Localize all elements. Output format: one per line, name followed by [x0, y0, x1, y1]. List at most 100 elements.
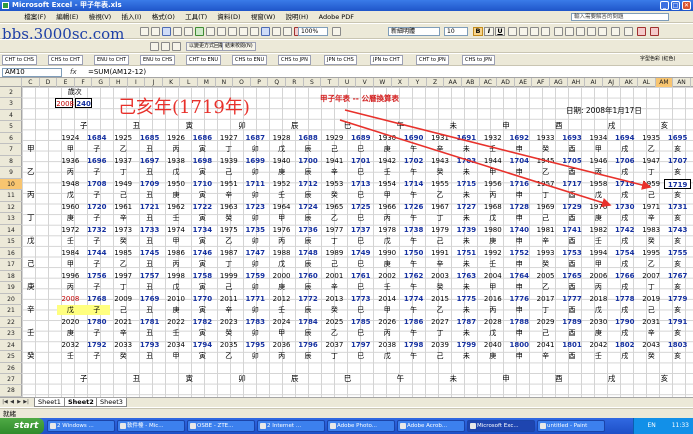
print-icon[interactable]	[173, 27, 182, 36]
branch-cell[interactable]: 巳	[348, 167, 374, 177]
track-changes-icon[interactable]	[172, 42, 181, 51]
gregorian-year-cell[interactable]: 1946	[585, 156, 611, 166]
branch-cell[interactable]: 酉	[559, 190, 585, 200]
gregorian-year-cell[interactable]: 1940	[268, 156, 294, 166]
branch-cell[interactable]: 午	[400, 190, 426, 200]
branch-cell[interactable]: 卯	[242, 351, 268, 361]
calendar-year-cell[interactable]: 1733	[136, 225, 162, 235]
column-header[interactable]: AM	[655, 78, 674, 87]
column-header[interactable]: AJ	[603, 78, 621, 87]
branch-cell[interactable]: 未	[453, 167, 479, 177]
stem-cell[interactable]: 癸	[216, 328, 242, 338]
gregorian-year-cell[interactable]: 2003	[427, 271, 453, 281]
branch-cell[interactable]: 卯	[242, 167, 268, 177]
gregorian-year-cell[interactable]: 1978	[374, 225, 400, 235]
gregorian-year-cell[interactable]: 1939	[216, 156, 242, 166]
calendar-year-cell[interactable]: 1781	[136, 317, 162, 327]
gregorian-year-cell[interactable]: 1936	[57, 156, 83, 166]
gregorian-year-cell[interactable]: 1967	[427, 202, 453, 212]
autosum-icon[interactable]	[272, 27, 281, 36]
calendar-year-cell[interactable]: 1773	[348, 294, 374, 304]
header-label-suici[interactable]: 歲次	[57, 87, 92, 97]
earthly-branch-footer[interactable]: 子	[57, 374, 110, 384]
gregorian-year-cell[interactable]: 1995	[638, 248, 664, 258]
gregorian-year-cell[interactable]: 1993	[532, 248, 558, 258]
branch-cell[interactable]: 丑	[136, 167, 162, 177]
branch-cell[interactable]: 丑	[136, 144, 162, 154]
branch-cell[interactable]: 辰	[295, 305, 321, 315]
jpn-to-chs-button[interactable]: JPN to CHS	[324, 55, 357, 65]
earthly-branch-footer[interactable]: 辰	[268, 374, 321, 384]
gregorian-year-cell[interactable]: 1960	[57, 202, 83, 212]
earthly-branch-header[interactable]: 巳	[321, 121, 374, 131]
calendar-year-cell[interactable]: 1760	[295, 271, 321, 281]
branch-cell[interactable]: 酉	[559, 167, 585, 177]
column-header[interactable]: N	[216, 78, 234, 87]
column-header[interactable]: G	[92, 78, 110, 87]
branch-cell[interactable]: 亥	[664, 190, 690, 200]
row-header[interactable]: 26	[0, 363, 22, 374]
gregorian-year-cell[interactable]: 1931	[427, 133, 453, 143]
fill-color-icon[interactable]	[637, 27, 646, 36]
calendar-year-cell[interactable]: 1763	[453, 271, 479, 281]
gregorian-year-cell[interactable]: 1968	[480, 202, 506, 212]
cht-to-chs-button[interactable]: CHT to CHS	[2, 55, 37, 65]
branch-cell[interactable]: 未	[453, 190, 479, 200]
stem-cell[interactable]: 己	[110, 190, 136, 200]
gregorian-year-cell[interactable]: 1934	[585, 133, 611, 143]
chs-to-cht-button[interactable]: CHS to CHT	[48, 55, 83, 65]
gregorian-year-cell[interactable]: 2019	[638, 294, 664, 304]
branch-cell[interactable]: 酉	[559, 213, 585, 223]
branch-cell[interactable]: 未	[453, 144, 479, 154]
stem-cell[interactable]: 戊	[163, 282, 189, 292]
heavenly-stem-label[interactable]: 壬	[22, 328, 40, 338]
branch-cell[interactable]: 巳	[348, 213, 374, 223]
align-right-icon[interactable]	[530, 27, 539, 36]
column-header[interactable]: AF	[532, 78, 550, 87]
gregorian-year-cell[interactable]: 2017	[532, 294, 558, 304]
earthly-branch-footer[interactable]: 丑	[110, 374, 163, 384]
calendar-year-cell[interactable]: 1746	[189, 248, 215, 258]
stem-cell[interactable]: 壬	[163, 213, 189, 223]
gregorian-year-cell[interactable]: 1933	[532, 133, 558, 143]
calendar-year-cell[interactable]: 1726	[400, 202, 426, 212]
gregorian-year-cell[interactable]: 1990	[374, 248, 400, 258]
stem-cell[interactable]: 庚	[374, 259, 400, 269]
branch-cell[interactable]: 子	[84, 167, 110, 177]
calendar-year-cell[interactable]: 1693	[559, 133, 585, 143]
row-header[interactable]: 23	[0, 328, 22, 340]
stem-cell[interactable]: 癸	[532, 144, 558, 154]
branch-cell[interactable]: 戌	[612, 213, 638, 223]
stem-cell[interactable]: 乙	[427, 190, 453, 200]
gregorian-year-cell[interactable]: 1974	[163, 225, 189, 235]
heavenly-stem-label[interactable]: 甲	[22, 144, 40, 154]
gregorian-year-cell[interactable]: 2033	[110, 340, 136, 350]
stem-cell[interactable]: 壬	[268, 305, 294, 315]
branch-cell[interactable]: 寅	[189, 328, 215, 338]
stem-cell[interactable]: 己	[427, 351, 453, 361]
stem-cell[interactable]: 戊	[268, 259, 294, 269]
sheet-tab-3[interactable]: Sheet3	[96, 398, 127, 407]
stem-cell[interactable]: 己	[427, 236, 453, 246]
calendar-year-cell[interactable]: 1786	[400, 317, 426, 327]
stem-cell[interactable]: 甲	[57, 144, 83, 154]
calendar-year-cell[interactable]: 1798	[400, 340, 426, 350]
gregorian-year-cell[interactable]: 1929	[321, 133, 347, 143]
gregorian-year-cell[interactable]: 2030	[585, 317, 611, 327]
branch-cell[interactable]: 巳	[348, 259, 374, 269]
calendar-year-cell[interactable]: 1753	[559, 248, 585, 258]
stem-cell[interactable]: 己	[532, 328, 558, 338]
stem-cell[interactable]: 己	[216, 167, 242, 177]
branch-cell[interactable]: 丑	[136, 213, 162, 223]
calendar-year-cell[interactable]: 1768	[84, 294, 110, 304]
gregorian-year-cell[interactable]: 1958	[585, 179, 611, 189]
earthly-branch-header[interactable]: 丑	[110, 121, 163, 131]
stem-cell[interactable]: 甲	[585, 259, 611, 269]
gregorian-year-cell[interactable]: 1989	[321, 248, 347, 258]
earthly-branch-footer[interactable]: 巳	[321, 374, 374, 384]
stem-cell[interactable]: 庚	[585, 328, 611, 338]
column-header[interactable]: AE	[515, 78, 533, 87]
calendar-year-cell[interactable]: 1785	[348, 317, 374, 327]
calendar-year-cell[interactable]: 1713	[348, 179, 374, 189]
stem-cell[interactable]: 庚	[163, 305, 189, 315]
